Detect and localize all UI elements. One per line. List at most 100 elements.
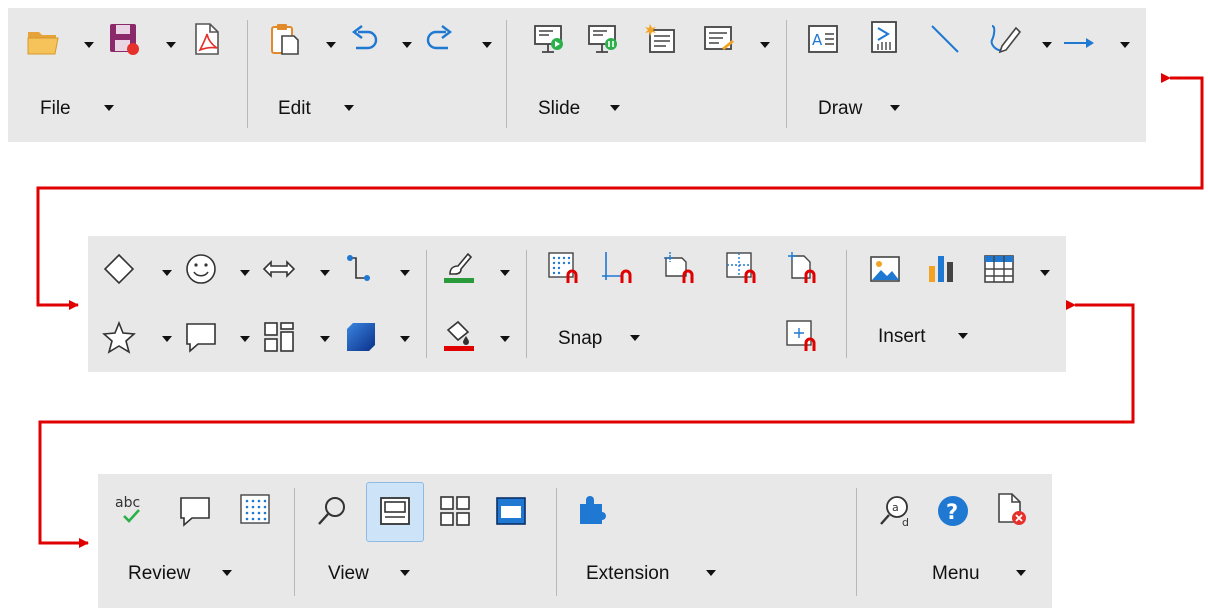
new-slide-icon[interactable] (644, 22, 678, 56)
insert-menu-dropdown-arrow[interactable] (958, 333, 968, 339)
svg-text:d: d (902, 516, 909, 528)
zoom-icon[interactable] (316, 494, 350, 528)
callout-shapes-dropdown-arrow[interactable] (240, 336, 250, 342)
toolbar-file-edit-slide-draw: File Edit Slide A Draw (8, 8, 1146, 142)
help-icon[interactable]: ? (936, 494, 970, 528)
snap-to-object-border-icon[interactable] (662, 250, 696, 284)
toolbar-separator (556, 488, 557, 596)
fill-color-dropdown-arrow[interactable] (500, 336, 510, 342)
start-presentation-icon[interactable] (532, 22, 566, 56)
toolbar-separator (426, 250, 427, 358)
extension-menu-dropdown-arrow[interactable] (706, 570, 716, 576)
review-menu-dropdown-arrow[interactable] (222, 570, 232, 576)
spelling-icon[interactable]: abc (114, 492, 148, 526)
3d-objects-dropdown-arrow[interactable] (400, 336, 410, 342)
line-color-dropdown-arrow[interactable] (500, 270, 510, 276)
block-arrows-dropdown-arrow[interactable] (320, 270, 330, 276)
view-group-label[interactable]: View (328, 563, 369, 585)
export-pdf-icon[interactable] (190, 22, 224, 56)
redo-icon[interactable] (424, 22, 458, 56)
menu-group-label[interactable]: Menu (932, 563, 980, 585)
fill-color-icon[interactable] (442, 318, 476, 352)
diamond-basic-shape-icon[interactable] (102, 252, 136, 286)
arrow-line-icon[interactable] (1062, 26, 1096, 60)
snap-to-grid-icon[interactable] (546, 250, 580, 284)
svg-text:?: ? (946, 500, 958, 524)
comment-icon[interactable] (178, 494, 212, 528)
toolbar-review-view-extension-menu: abc Review View Extension ad ? Menu (98, 474, 1052, 608)
paste-icon[interactable] (268, 22, 302, 56)
grid-icon[interactable] (238, 492, 272, 526)
connector-icon[interactable] (342, 252, 376, 286)
star-shapes-dropdown-arrow[interactable] (162, 336, 172, 342)
star-shape-icon[interactable] (102, 320, 136, 354)
snap-to-page-center-icon[interactable] (784, 318, 818, 352)
extension-puzzle-icon[interactable] (576, 492, 610, 526)
flowchart-shape-icon[interactable] (262, 320, 296, 354)
view-menu-dropdown-arrow[interactable] (400, 570, 410, 576)
connector-dropdown-arrow[interactable] (400, 270, 410, 276)
open-folder-icon[interactable] (26, 24, 60, 58)
undo-dropdown-arrow[interactable] (402, 42, 412, 48)
file-group-label[interactable]: File (40, 98, 71, 120)
line-icon[interactable] (928, 22, 962, 56)
insert-table-dropdown-arrow[interactable] (1040, 270, 1050, 276)
edit-menu-dropdown-arrow[interactable] (344, 105, 354, 111)
master-slide-icon[interactable] (494, 494, 528, 528)
curve-dropdown-arrow[interactable] (1042, 42, 1052, 48)
svg-text:A: A (812, 31, 823, 49)
vertical-text-icon[interactable] (868, 20, 902, 54)
3d-object-icon[interactable] (344, 320, 378, 354)
toolbar-separator (846, 250, 847, 358)
snap-to-snap-lines-icon[interactable] (724, 250, 758, 284)
text-box-icon[interactable]: A (806, 22, 840, 56)
undo-icon[interactable] (346, 22, 380, 56)
snap-menu-dropdown-arrow[interactable] (630, 335, 640, 341)
extension-group-label[interactable]: Extension (586, 563, 669, 585)
slide-sorter-icon[interactable] (438, 494, 472, 528)
snap-to-object-points-icon[interactable] (784, 250, 818, 284)
svg-text:a: a (892, 501, 899, 514)
draw-group-label[interactable]: Draw (818, 98, 862, 120)
find-replace-icon[interactable]: ad (878, 494, 912, 528)
insert-chart-icon[interactable] (926, 252, 960, 286)
save-icon[interactable] (108, 22, 142, 56)
paste-dropdown-arrow[interactable] (326, 42, 336, 48)
curve-icon[interactable] (988, 20, 1022, 54)
basic-shapes-dropdown-arrow[interactable] (162, 270, 172, 276)
close-document-icon[interactable] (994, 492, 1028, 526)
snap-to-page-margins-icon[interactable] (600, 250, 634, 284)
line-color-icon[interactable] (442, 250, 476, 284)
insert-table-icon[interactable] (982, 252, 1016, 286)
toolbar-separator (856, 488, 857, 596)
slide-layout-dropdown-arrow[interactable] (760, 42, 770, 48)
toolbar-separator (294, 488, 295, 596)
toolbar-separator (506, 20, 507, 128)
menu-dropdown-arrow[interactable] (1016, 570, 1026, 576)
toolbar-separator (526, 250, 527, 358)
slide-group-label[interactable]: Slide (538, 98, 580, 120)
block-arrow-shape-icon[interactable] (262, 252, 296, 286)
snap-group-label[interactable]: Snap (558, 328, 602, 350)
slide-layout-icon[interactable] (702, 22, 736, 56)
smiley-symbol-shape-icon[interactable] (184, 252, 218, 286)
edit-group-label[interactable]: Edit (278, 98, 311, 120)
redo-dropdown-arrow[interactable] (482, 42, 492, 48)
toolbar-shapes-snap-insert: Snap Insert (88, 236, 1066, 372)
toolbar-separator (786, 20, 787, 128)
open-dropdown-arrow[interactable] (84, 42, 94, 48)
symbol-shapes-dropdown-arrow[interactable] (240, 270, 250, 276)
file-menu-dropdown-arrow[interactable] (104, 105, 114, 111)
save-dropdown-arrow[interactable] (166, 42, 176, 48)
arrow-line-dropdown-arrow[interactable] (1120, 42, 1130, 48)
toolbar-separator (247, 20, 248, 128)
callout-shape-icon[interactable] (184, 320, 218, 354)
slide-menu-dropdown-arrow[interactable] (610, 105, 620, 111)
flowchart-dropdown-arrow[interactable] (320, 336, 330, 342)
draw-menu-dropdown-arrow[interactable] (890, 105, 900, 111)
normal-view-icon[interactable] (378, 494, 412, 528)
review-group-label[interactable]: Review (128, 563, 190, 585)
insert-image-icon[interactable] (868, 252, 902, 286)
insert-group-label[interactable]: Insert (878, 326, 926, 348)
start-from-current-slide-icon[interactable] (586, 22, 620, 56)
